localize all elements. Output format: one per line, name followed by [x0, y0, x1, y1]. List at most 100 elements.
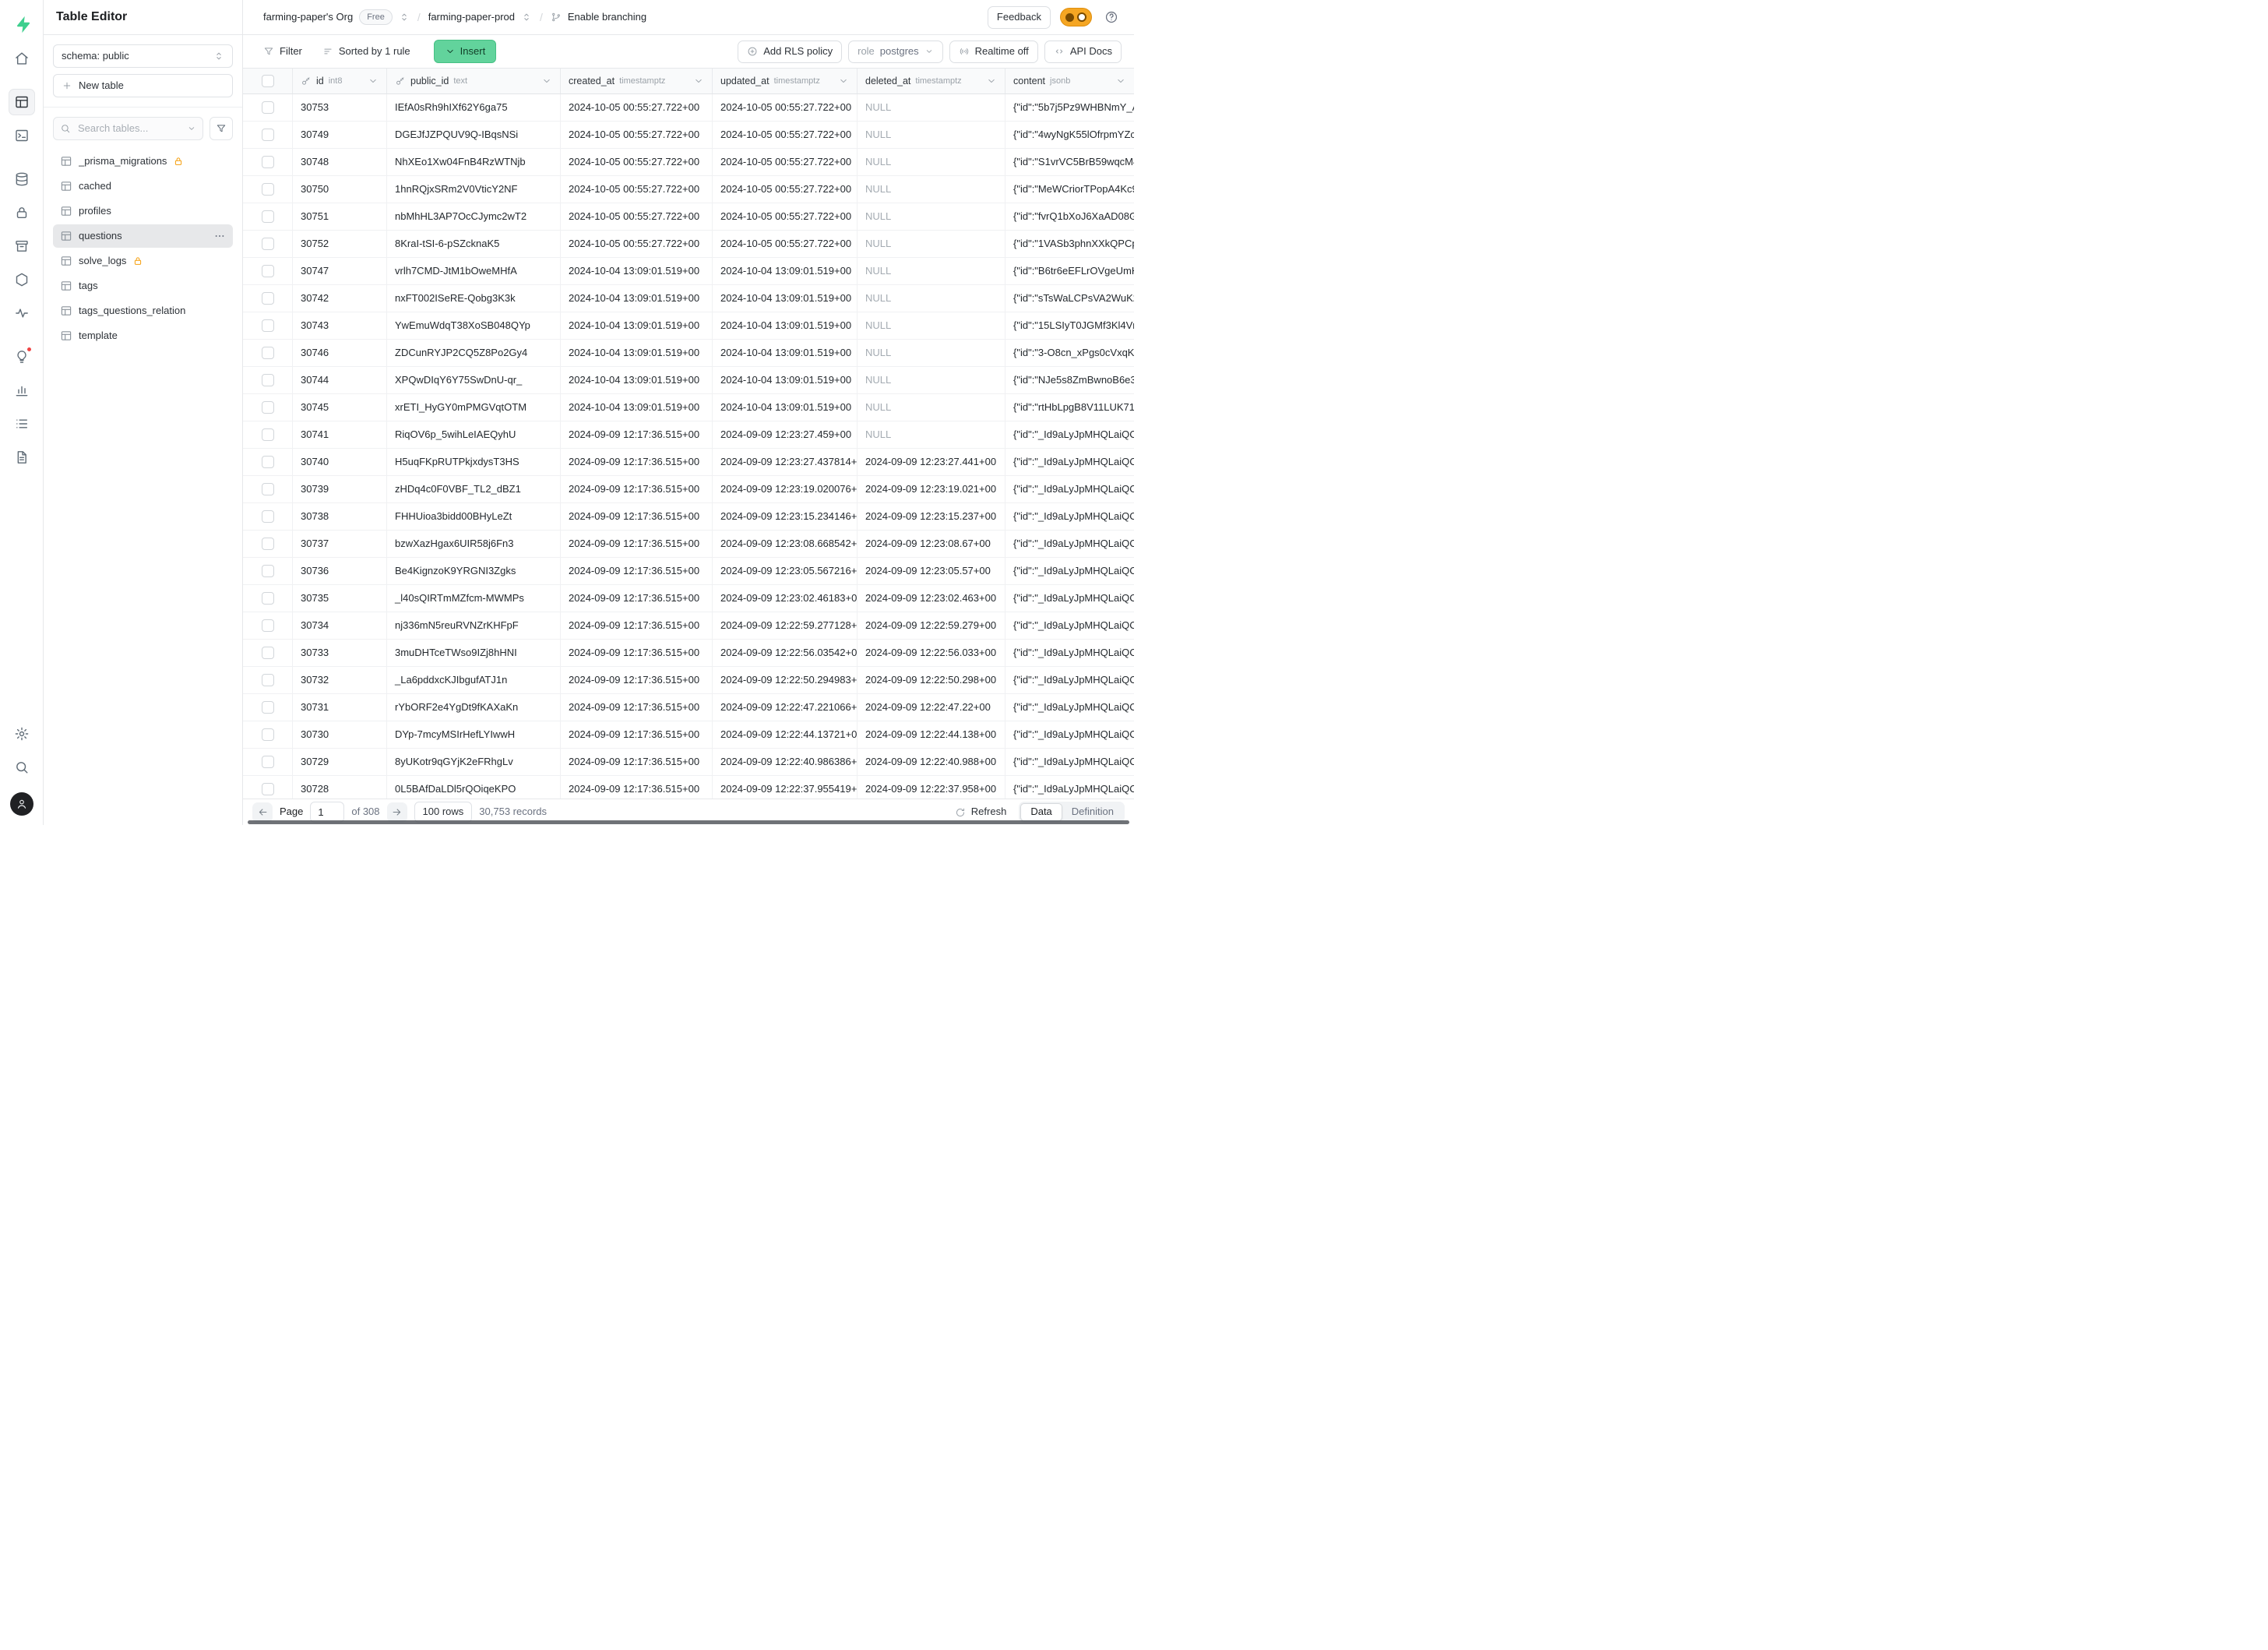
cell-content[interactable]: {"id":"_Id9aLyJpMHQLaiQC — [1005, 640, 1134, 666]
cell-deleted_at[interactable]: 2024-09-09 12:23:15.237+00 — [858, 503, 1005, 530]
row-checkbox[interactable] — [243, 421, 293, 448]
cell-updated_at[interactable]: 2024-10-04 13:09:01.519+00 — [713, 394, 858, 421]
rail-item-reports[interactable] — [9, 377, 35, 404]
column-menu-icon[interactable] — [986, 76, 997, 86]
cell-created_at[interactable]: 2024-09-09 12:17:36.515+00 — [561, 640, 713, 666]
row-checkbox[interactable] — [243, 612, 293, 639]
cell-public_id[interactable]: IEfA0sRh9hIXf62Y6ga75 — [387, 94, 561, 121]
rail-item-edge-functions[interactable] — [9, 266, 35, 293]
table-options-icon[interactable] — [213, 230, 226, 242]
cell-created_at[interactable]: 2024-10-04 13:09:01.519+00 — [561, 367, 713, 393]
select-all-checkbox[interactable] — [243, 69, 293, 93]
cell-id[interactable]: 30749 — [293, 122, 387, 148]
row-checkbox[interactable] — [243, 394, 293, 421]
pagination-next-button[interactable] — [387, 802, 407, 823]
sidebar-table-_prisma_migrations[interactable]: _prisma_migrations — [53, 150, 233, 173]
cell-id[interactable]: 30735 — [293, 585, 387, 612]
column-menu-icon[interactable] — [693, 76, 704, 86]
sidebar-table-solve_logs[interactable]: solve_logs — [53, 249, 233, 273]
row-checkbox[interactable] — [243, 149, 293, 175]
row-checkbox[interactable] — [243, 176, 293, 203]
cell-id[interactable]: 30728 — [293, 776, 387, 799]
feedback-button[interactable]: Feedback — [988, 6, 1051, 29]
cell-updated_at[interactable]: 2024-10-05 00:55:27.722+00 — [713, 149, 858, 175]
cell-id[interactable]: 30743 — [293, 312, 387, 339]
cell-content[interactable]: {"id":"1VASb3phnXXkQPCp — [1005, 231, 1134, 257]
cell-id[interactable]: 30752 — [293, 231, 387, 257]
cell-updated_at[interactable]: 2024-09-09 12:23:27.459+00 — [713, 421, 858, 448]
cell-updated_at[interactable]: 2024-09-09 12:23:02.46183+00 — [713, 585, 858, 612]
cell-deleted_at[interactable]: NULL — [858, 394, 1005, 421]
row-checkbox[interactable] — [243, 667, 293, 693]
rail-item-search[interactable] — [9, 754, 35, 781]
horizontal-scrollbar[interactable] — [248, 820, 1129, 824]
tab-definition[interactable]: Definition — [1062, 804, 1123, 820]
cell-id[interactable]: 30734 — [293, 612, 387, 639]
cell-updated_at[interactable]: 2024-09-09 12:22:47.221066+00 — [713, 694, 858, 721]
cell-public_id[interactable]: DYp-7mcyMSIrHefLYIwwH — [387, 721, 561, 748]
cell-id[interactable]: 30746 — [293, 340, 387, 366]
rail-item-api-docs[interactable] — [9, 444, 35, 471]
column-menu-icon[interactable] — [368, 76, 379, 86]
row-checkbox[interactable] — [243, 122, 293, 148]
sidebar-table-questions[interactable]: questions — [53, 224, 233, 248]
sidebar-table-profiles[interactable]: profiles — [53, 199, 233, 223]
cell-content[interactable]: {"id":"_Id9aLyJpMHQLaiQC — [1005, 721, 1134, 748]
cell-created_at[interactable]: 2024-09-09 12:17:36.515+00 — [561, 585, 713, 612]
search-tables-input[interactable] — [76, 122, 181, 136]
cell-id[interactable]: 30730 — [293, 721, 387, 748]
cell-created_at[interactable]: 2024-10-04 13:09:01.519+00 — [561, 340, 713, 366]
cell-deleted_at[interactable]: 2024-09-09 12:23:05.57+00 — [858, 558, 1005, 584]
cell-updated_at[interactable]: 2024-10-04 13:09:01.519+00 — [713, 367, 858, 393]
cell-content[interactable]: {"id":"B6tr6eEFLrOVgeUmH — [1005, 258, 1134, 284]
cell-deleted_at[interactable]: NULL — [858, 176, 1005, 203]
rail-item-logs[interactable] — [9, 411, 35, 437]
cell-updated_at[interactable]: 2024-09-09 12:23:27.437814+00 — [713, 449, 858, 475]
cell-public_id[interactable]: nj336mN5reuRVNZrKHFpF — [387, 612, 561, 639]
cell-id[interactable]: 30739 — [293, 476, 387, 502]
cell-deleted_at[interactable]: 2024-09-09 12:22:50.298+00 — [858, 667, 1005, 693]
page-number-input[interactable] — [310, 802, 344, 823]
cell-content[interactable]: {"id":"_Id9aLyJpMHQLaiQC — [1005, 667, 1134, 693]
cell-content[interactable]: {"id":"_Id9aLyJpMHQLaiQC — [1005, 476, 1134, 502]
cell-public_id[interactable]: ZDCunRYJP2CQ5Z8Po2Gy4 — [387, 340, 561, 366]
rail-item-realtime[interactable] — [9, 300, 35, 326]
column-header-updated_at[interactable]: updated_attimestamptz — [713, 69, 858, 93]
row-checkbox[interactable] — [243, 694, 293, 721]
search-tables-box[interactable] — [53, 117, 203, 140]
enable-branching-button[interactable]: Enable branching — [551, 11, 646, 24]
cell-updated_at[interactable]: 2024-10-05 00:55:27.722+00 — [713, 122, 858, 148]
row-checkbox[interactable] — [243, 776, 293, 799]
sidebar-table-cached[interactable]: cached — [53, 175, 233, 198]
cell-id[interactable]: 30731 — [293, 694, 387, 721]
cell-deleted_at[interactable]: NULL — [858, 122, 1005, 148]
org-selector[interactable]: farming-paper's Org Free — [263, 9, 410, 24]
row-checkbox[interactable] — [243, 285, 293, 312]
rail-item-advisors[interactable] — [9, 344, 35, 370]
column-menu-icon[interactable] — [838, 76, 849, 86]
cell-updated_at[interactable]: 2024-09-09 12:23:05.567216+00 — [713, 558, 858, 584]
column-header-deleted_at[interactable]: deleted_attimestamptz — [858, 69, 1005, 93]
row-checkbox[interactable] — [243, 94, 293, 121]
refresh-button[interactable]: Refresh — [950, 802, 1012, 823]
cell-deleted_at[interactable]: NULL — [858, 258, 1005, 284]
add-rls-policy-button[interactable]: Add RLS policy — [738, 41, 842, 63]
new-table-button[interactable]: New table — [53, 74, 233, 97]
cell-updated_at[interactable]: 2024-09-09 12:22:44.13721+00 — [713, 721, 858, 748]
cell-content[interactable]: {"id":"_Id9aLyJpMHQLaiQC — [1005, 749, 1134, 775]
cell-public_id[interactable]: 3muDHTceTWso9IZj8hHNI — [387, 640, 561, 666]
role-selector[interactable]: role postgres — [848, 41, 943, 63]
cell-deleted_at[interactable]: NULL — [858, 231, 1005, 257]
cell-public_id[interactable]: RiqOV6p_5wihLeIAEQyhU — [387, 421, 561, 448]
cell-id[interactable]: 30744 — [293, 367, 387, 393]
row-checkbox[interactable] — [243, 340, 293, 366]
cell-public_id[interactable]: nbMhHL3AP7OcCJymc2wT2 — [387, 203, 561, 230]
cell-updated_at[interactable]: 2024-10-04 13:09:01.519+00 — [713, 285, 858, 312]
cell-deleted_at[interactable]: 2024-09-09 12:23:19.021+00 — [858, 476, 1005, 502]
cell-id[interactable]: 30732 — [293, 667, 387, 693]
row-checkbox[interactable] — [243, 449, 293, 475]
cell-deleted_at[interactable]: NULL — [858, 421, 1005, 448]
cell-deleted_at[interactable]: 2024-09-09 12:23:27.441+00 — [858, 449, 1005, 475]
cell-public_id[interactable]: zHDq4c0F0VBF_TL2_dBZ1 — [387, 476, 561, 502]
cell-public_id[interactable]: 0L5BAfDaLDl5rQOiqeKPO — [387, 776, 561, 799]
